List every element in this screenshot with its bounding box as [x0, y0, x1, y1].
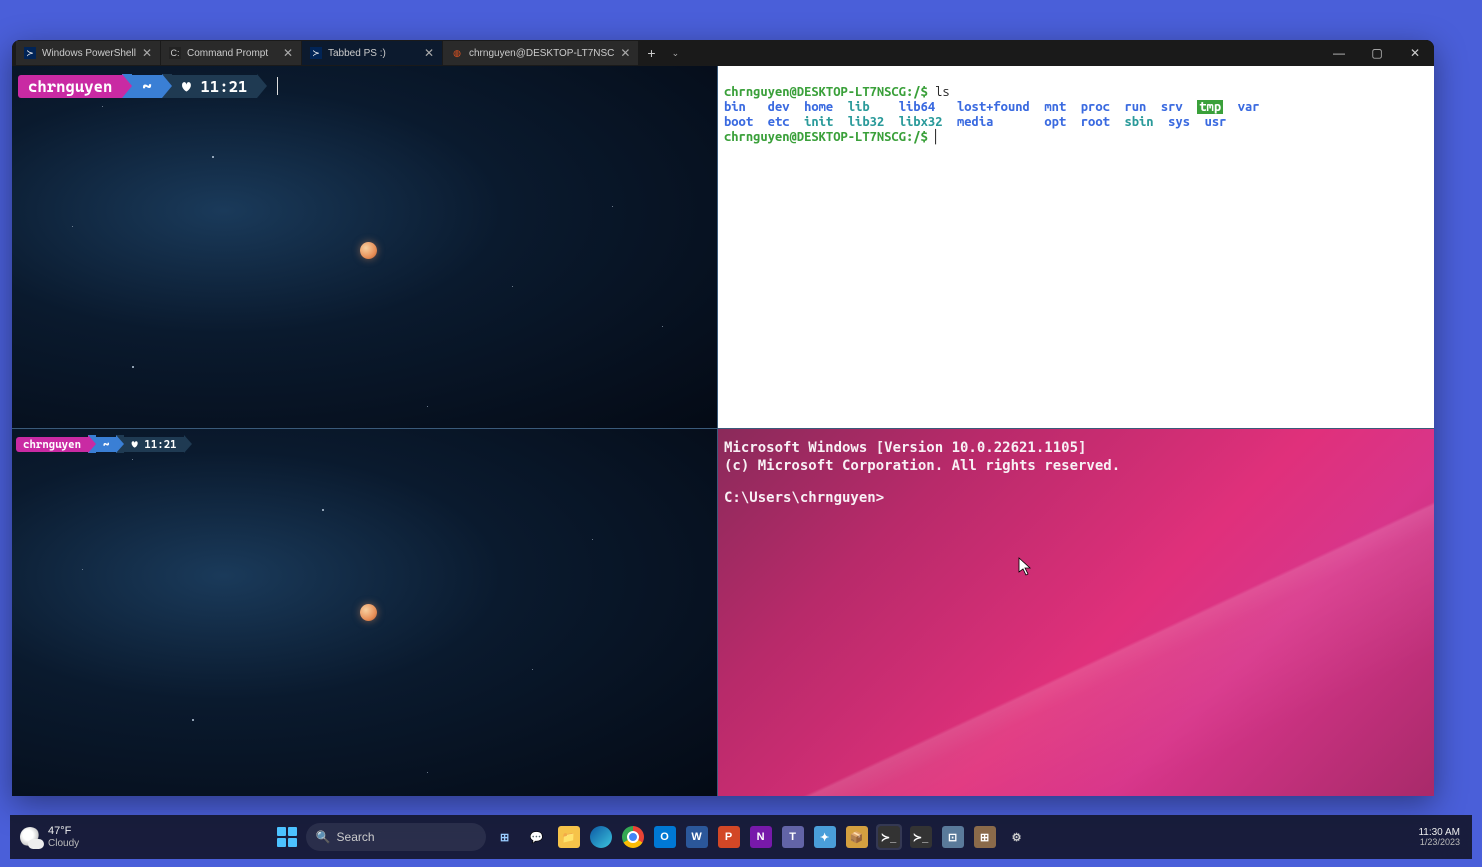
cmd-icon: C:: [169, 47, 181, 59]
powershell-prompt: chrnguyen ~ ♥ 11:21: [16, 435, 192, 453]
ubuntu-icon: ◍: [451, 47, 463, 59]
close-icon[interactable]: ✕: [283, 46, 293, 60]
close-icon[interactable]: ✕: [424, 46, 434, 60]
prompt-separator: [88, 435, 96, 453]
new-tab-button[interactable]: +: [639, 41, 663, 65]
taskbar-center: 🔍 Search ⊞ 💬 📁 O W P N T ✦ 📦 ≻_ ≻_ ⊡ ⊞ ⚙: [274, 823, 1030, 851]
teams-button[interactable]: T: [780, 824, 806, 850]
ps-icon: ≻: [310, 47, 322, 59]
moon-decoration: [360, 242, 377, 259]
terminal-button[interactable]: ≻_: [876, 824, 902, 850]
ps-icon: ≻: [24, 47, 36, 59]
weather-label: Cloudy: [48, 838, 79, 849]
close-button[interactable]: ✕: [1396, 40, 1434, 66]
weather-temp: 47°F: [48, 825, 79, 837]
ubuntu-prompt: chrnguyen@DESKTOP-LT7NSCG:/$: [724, 130, 928, 144]
ls-entry: boot etc init lib32 libx32 media opt roo…: [724, 115, 1226, 129]
onenote-button[interactable]: N: [748, 824, 774, 850]
tab-ubuntu[interactable]: ◍ chrnguyen@DESKTOP-LT7NSC ✕: [443, 41, 638, 65]
taskbar-app-button[interactable]: 📦: [844, 824, 870, 850]
tab-label: Command Prompt: [187, 48, 268, 59]
pane-cmd[interactable]: Microsoft Windows [Version 10.0.22621.11…: [718, 429, 1434, 796]
prompt-separator: [162, 74, 172, 98]
windows-terminal-window: ≻ Windows PowerShell ✕ C: Command Prompt…: [12, 40, 1434, 796]
ubuntu-prompt: chrnguyen@DESKTOP-LT7NSCG:/$: [724, 85, 928, 99]
taskbar-app-button[interactable]: ⊞: [972, 824, 998, 850]
moon-decoration: [360, 604, 377, 621]
tab-dropdown-button[interactable]: ⌄: [664, 41, 686, 65]
tab-bar: ≻ Windows PowerShell ✕ C: Command Prompt…: [12, 40, 1434, 66]
maximize-button[interactable]: ▢: [1358, 40, 1396, 66]
tab-powershell[interactable]: ≻ Windows PowerShell ✕: [16, 41, 160, 65]
cmd-banner-line: Microsoft Windows [Version 10.0.22621.11…: [724, 439, 1428, 457]
ls-entry: bin dev home lib lib64 lost+found mnt pr…: [724, 100, 1260, 114]
prompt-user: chrnguyen: [18, 75, 122, 98]
cmd-banner-line: (c) Microsoft Corporation. All rights re…: [724, 457, 1428, 475]
minimize-button[interactable]: —: [1320, 40, 1358, 66]
outlook-button[interactable]: O: [652, 824, 678, 850]
tab-tabbed-ps[interactable]: ≻ Tabbed PS :) ✕: [302, 41, 442, 65]
close-icon[interactable]: ✕: [142, 46, 152, 60]
task-view-button[interactable]: ⊞: [492, 824, 518, 850]
ubuntu-command: ls: [935, 85, 950, 99]
tab-label: chrnguyen@DESKTOP-LT7NSC: [469, 48, 614, 59]
search-box[interactable]: 🔍 Search: [306, 823, 486, 851]
settings-button[interactable]: ⚙: [1004, 824, 1030, 850]
weather-icon: [20, 827, 40, 847]
start-button[interactable]: [274, 824, 300, 850]
close-icon[interactable]: ✕: [620, 46, 630, 60]
prompt-separator: [116, 435, 124, 453]
edge-button[interactable]: [588, 824, 614, 850]
powershell-prompt: chrnguyen ~ ♥ 11:21: [18, 74, 278, 98]
search-icon: 🔍: [316, 830, 331, 844]
cmd-prompt: C:\Users\chrnguyen>: [724, 489, 1428, 507]
prompt-time: ♥ 11:21: [172, 75, 258, 98]
mouse-cursor-icon: [1018, 557, 1034, 577]
text-cursor: [277, 77, 278, 95]
prompt-separator: [184, 435, 192, 453]
text-cursor: ▏: [935, 130, 943, 144]
pane-powershell-1[interactable]: chrnguyen ~ ♥ 11:21: [12, 66, 718, 429]
tab-label: Tabbed PS :): [328, 48, 386, 59]
chat-button[interactable]: 💬: [524, 824, 550, 850]
desktop: ≻ Windows PowerShell ✕ C: Command Prompt…: [0, 0, 1482, 867]
prompt-separator: [257, 74, 267, 98]
windows-icon: [274, 824, 300, 850]
prompt-cwd: ~: [96, 437, 116, 452]
prompt-separator: [122, 74, 132, 98]
prompt-user: chrnguyen: [16, 437, 88, 452]
tab-label: Windows PowerShell: [42, 48, 136, 59]
pane-ubuntu[interactable]: chrnguyen@DESKTOP-LT7NSCG:/$ ls bin dev …: [718, 66, 1434, 429]
pane-powershell-2[interactable]: chrnguyen ~ ♥ 11:21: [12, 429, 718, 796]
taskbar-app-button[interactable]: ✦: [812, 824, 838, 850]
prompt-cwd: ~: [132, 75, 161, 98]
search-placeholder: Search: [337, 830, 375, 844]
tab-cmd[interactable]: C: Command Prompt ✕: [161, 41, 301, 65]
system-tray[interactable]: 11:30 AM 1/23/2023: [1418, 827, 1472, 848]
chrome-button[interactable]: [620, 824, 646, 850]
clock-time: 11:30 AM: [1418, 827, 1460, 838]
explorer-button[interactable]: 📁: [556, 824, 582, 850]
terminal-panes: chrnguyen ~ ♥ 11:21 chrnguyen@DESKTOP-LT…: [12, 66, 1434, 796]
prompt-time: ♥ 11:21: [124, 437, 183, 452]
weather-widget[interactable]: 47°F Cloudy: [10, 825, 79, 848]
taskbar: 47°F Cloudy 🔍 Search ⊞ 💬 📁 O W P N T ✦ 📦: [10, 815, 1472, 859]
clock-date: 1/23/2023: [1420, 838, 1460, 848]
terminal-preview-button[interactable]: ≻_: [908, 824, 934, 850]
powerpoint-button[interactable]: P: [716, 824, 742, 850]
taskbar-app-button[interactable]: ⊡: [940, 824, 966, 850]
word-button[interactable]: W: [684, 824, 710, 850]
window-controls: — ▢ ✕: [1320, 40, 1434, 66]
